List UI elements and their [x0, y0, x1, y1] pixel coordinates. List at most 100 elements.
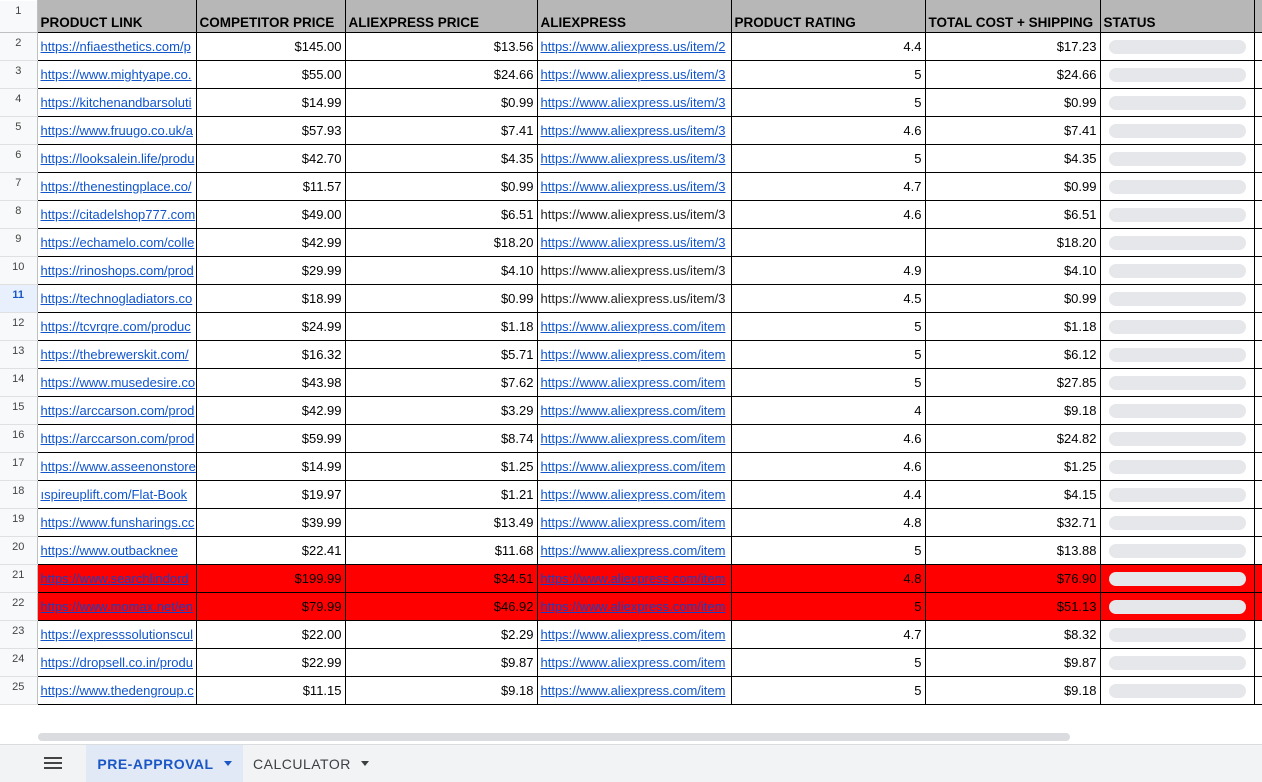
aliexpress-link-cell[interactable]: https://www.aliexpress.us/item/3 — [537, 284, 732, 313]
aliexpress-link-cell[interactable]: https://www.aliexpress.com/item — [537, 452, 732, 481]
status-cell[interactable] — [1100, 144, 1255, 173]
row-number[interactable]: 22 — [0, 592, 38, 621]
edge-cell[interactable] — [1254, 368, 1262, 397]
header-aliexpress-price[interactable]: ALIEXPRESS PRICE — [345, 0, 538, 33]
total-cost-cell[interactable]: $0.99 — [925, 172, 1101, 201]
aliexpress-link[interactable]: https://www.aliexpress.com/item — [541, 487, 726, 502]
row-number[interactable]: 21 — [0, 564, 38, 593]
edge-cell[interactable] — [1254, 172, 1262, 201]
aliexpress-link[interactable]: https://www.aliexpress.us/item/3 — [541, 151, 726, 166]
product-link-cell[interactable]: https://citadelshop777.com — [37, 200, 197, 229]
row-number[interactable]: 25 — [0, 676, 38, 705]
total-cost-cell[interactable]: $13.88 — [925, 536, 1101, 565]
product-rating-cell[interactable]: 5 — [731, 592, 926, 621]
aliexpress-link-cell[interactable]: https://www.aliexpress.com/item — [537, 620, 732, 649]
product-link-cell[interactable]: https://thebrewerskit.com/ — [37, 340, 197, 369]
aliexpress-price-cell[interactable]: $13.49 — [345, 508, 538, 537]
aliexpress-link-cell[interactable]: https://www.aliexpress.us/item/3 — [537, 88, 732, 117]
competitor-price-cell[interactable]: $29.99 — [196, 256, 346, 285]
aliexpress-price-cell[interactable]: $46.92 — [345, 592, 538, 621]
edge-cell[interactable] — [1254, 620, 1262, 649]
row-number[interactable]: 18 — [0, 480, 38, 509]
status-dropdown-chip[interactable] — [1108, 291, 1246, 306]
aliexpress-price-cell[interactable]: $4.35 — [345, 144, 538, 173]
edge-cell[interactable] — [1254, 284, 1262, 313]
total-cost-cell[interactable]: $76.90 — [925, 564, 1101, 593]
aliexpress-link[interactable]: https://www.aliexpress.com/item — [541, 515, 726, 530]
competitor-price-cell[interactable]: $11.57 — [196, 172, 346, 201]
product-rating-cell[interactable]: 5 — [731, 340, 926, 369]
product-rating-cell[interactable]: 5 — [731, 144, 926, 173]
product-link-cell[interactable]: https://www.thedengroup.c — [37, 676, 197, 705]
aliexpress-link-cell[interactable]: https://www.aliexpress.us/item/3 — [537, 228, 732, 257]
aliexpress-link-cell[interactable]: https://www.aliexpress.com/item — [537, 676, 732, 705]
status-cell[interactable] — [1100, 676, 1255, 705]
status-dropdown-chip[interactable] — [1108, 123, 1246, 138]
aliexpress-link[interactable]: https://www.aliexpress.us/item/3 — [541, 123, 726, 138]
product-link[interactable]: https://www.mightyape.co. — [41, 67, 192, 82]
aliexpress-price-cell[interactable]: $1.18 — [345, 312, 538, 341]
product-link[interactable]: https://tcvrqre.com/produc — [41, 319, 191, 334]
status-dropdown-chip[interactable] — [1108, 67, 1246, 82]
product-link[interactable]: https://thebrewerskit.com/ — [41, 347, 189, 362]
edge-cell[interactable] — [1254, 676, 1262, 705]
product-link[interactable]: https://expresssolutionscul — [41, 627, 193, 642]
status-dropdown-chip[interactable] — [1108, 179, 1246, 194]
competitor-price-cell[interactable]: $59.99 — [196, 424, 346, 453]
competitor-price-cell[interactable]: $24.99 — [196, 312, 346, 341]
total-cost-cell[interactable]: $4.35 — [925, 144, 1101, 173]
product-rating-cell[interactable]: 4.5 — [731, 284, 926, 313]
aliexpress-link[interactable]: https://www.aliexpress.com/item — [541, 347, 726, 362]
header-status[interactable]: STATUS — [1100, 0, 1255, 33]
product-link[interactable]: https://www.musedesire.co — [41, 375, 196, 390]
row-number[interactable]: 14 — [0, 368, 38, 397]
competitor-price-cell[interactable]: $39.99 — [196, 508, 346, 537]
total-cost-cell[interactable]: $17.23 — [925, 32, 1101, 61]
product-link-cell[interactable]: https://www.asseenonstore — [37, 452, 197, 481]
header-edge-cell[interactable] — [1254, 0, 1262, 33]
edge-cell[interactable] — [1254, 116, 1262, 145]
total-cost-cell[interactable]: $24.82 — [925, 424, 1101, 453]
total-cost-cell[interactable]: $4.10 — [925, 256, 1101, 285]
row-number[interactable]: 13 — [0, 340, 38, 369]
edge-cell[interactable] — [1254, 536, 1262, 565]
edge-cell[interactable] — [1254, 144, 1262, 173]
product-link-cell[interactable]: https://www.musedesire.co — [37, 368, 197, 397]
aliexpress-price-cell[interactable]: $24.66 — [345, 60, 538, 89]
status-cell[interactable] — [1100, 60, 1255, 89]
competitor-price-cell[interactable]: $11.15 — [196, 676, 346, 705]
product-link[interactable]: https://www.outbacknee — [41, 543, 178, 558]
competitor-price-cell[interactable]: $16.32 — [196, 340, 346, 369]
competitor-price-cell[interactable]: $19.97 — [196, 480, 346, 509]
product-rating-cell[interactable]: 5 — [731, 88, 926, 117]
product-rating-cell[interactable] — [731, 228, 926, 257]
edge-cell[interactable] — [1254, 32, 1262, 61]
product-rating-cell[interactable]: 5 — [731, 648, 926, 677]
total-cost-cell[interactable]: $6.12 — [925, 340, 1101, 369]
row-number[interactable]: 10 — [0, 256, 38, 285]
aliexpress-price-cell[interactable]: $4.10 — [345, 256, 538, 285]
status-cell[interactable] — [1100, 452, 1255, 481]
product-rating-cell[interactable]: 4.7 — [731, 620, 926, 649]
row-number[interactable]: 24 — [0, 648, 38, 677]
product-link-cell[interactable]: ıspireuplift.com/Flat-Book — [37, 480, 197, 509]
aliexpress-link-cell[interactable]: https://www.aliexpress.com/item — [537, 396, 732, 425]
status-dropdown-chip[interactable] — [1108, 515, 1246, 530]
product-link-cell[interactable]: https://expresssolutionscul — [37, 620, 197, 649]
aliexpress-link[interactable]: https://www.aliexpress.com/item — [541, 319, 726, 334]
header-aliexpress[interactable]: ALIEXPRESS — [537, 0, 732, 33]
aliexpress-price-cell[interactable]: $2.29 — [345, 620, 538, 649]
aliexpress-link-cell[interactable]: https://www.aliexpress.com/item — [537, 536, 732, 565]
total-cost-cell[interactable]: $32.71 — [925, 508, 1101, 537]
header-product-link[interactable]: PRODUCT LINK — [37, 0, 197, 33]
aliexpress-price-cell[interactable]: $1.21 — [345, 480, 538, 509]
row-number[interactable]: 15 — [0, 396, 38, 425]
status-cell[interactable] — [1100, 368, 1255, 397]
row-number[interactable]: 8 — [0, 200, 38, 229]
product-link[interactable]: https://www.momax.net/en — [41, 599, 193, 614]
caret-down-icon[interactable] — [223, 761, 232, 766]
competitor-price-cell[interactable]: $14.99 — [196, 452, 346, 481]
row-number[interactable]: 11 — [0, 284, 38, 313]
product-rating-cell[interactable]: 5 — [731, 536, 926, 565]
product-rating-cell[interactable]: 4.7 — [731, 172, 926, 201]
